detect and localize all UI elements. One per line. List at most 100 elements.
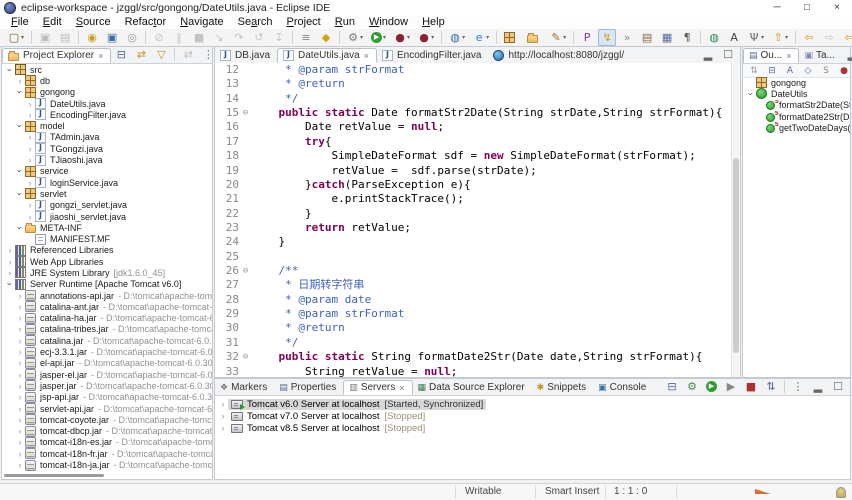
twistie-icon[interactable]: › xyxy=(15,437,25,447)
editor-tab[interactable]: EncodingFilter.java xyxy=(377,48,489,63)
twistie-icon[interactable]: › xyxy=(25,132,35,142)
tree-item[interactable]: ›catalina-ant.jar- D:\tomcat\apache-tomc… xyxy=(2,301,212,312)
back-history-icon[interactable]: ⇦▾ xyxy=(840,29,852,46)
twistie-icon[interactable]: › xyxy=(15,392,25,402)
tree-item[interactable]: ›db xyxy=(2,75,212,86)
mark-occurrences-icon[interactable]: ◆ xyxy=(317,29,335,46)
web-browser-icon[interactable]: ◍▾ xyxy=(446,29,468,46)
tree-item[interactable]: ›tomcat-dbcp.jar- D:\tomcat\apache-tomca… xyxy=(2,426,212,437)
minimize-icon[interactable]: ▂ xyxy=(699,46,717,63)
outline-item[interactable]: getTwoDateDays(Da xyxy=(743,122,850,133)
server-row[interactable]: ›Tomcat v6.0 Server at localhost[Started… xyxy=(215,398,850,410)
tree-item[interactable]: ›EncodingFilter.java xyxy=(2,109,212,120)
twistie-icon[interactable]: › xyxy=(15,189,25,199)
tree-item[interactable]: ›gongzi_servlet.java xyxy=(2,200,212,211)
profile-server-icon[interactable]: ▶ xyxy=(722,378,740,395)
menu-search[interactable]: Search xyxy=(238,15,273,29)
twistie-icon[interactable]: › xyxy=(5,279,15,289)
close-view-icon[interactable]: × xyxy=(786,51,791,61)
close-tab-icon[interactable]: × xyxy=(364,51,369,61)
tab-properties[interactable]: ▤Properties xyxy=(274,380,343,395)
run-icon[interactable]: ▶▾ xyxy=(368,29,389,46)
twistie-icon[interactable]: › xyxy=(5,65,15,75)
twistie-icon[interactable]: › xyxy=(25,212,35,222)
tab-console[interactable]: ▣Console xyxy=(593,380,653,395)
fold-marker-icon[interactable]: ⊖ xyxy=(239,350,252,364)
library-icon[interactable]: ▤ xyxy=(638,29,656,46)
twistie-icon[interactable]: › xyxy=(15,347,25,357)
save-all-icon[interactable]: ▤ xyxy=(56,29,74,46)
suspend-icon[interactable]: ‖ xyxy=(170,29,188,46)
menu-edit[interactable]: Edit xyxy=(43,15,62,29)
tree-item[interactable]: ›ecj-3.3.1.jar- D:\tomcat\apache-tomcat-… xyxy=(2,346,212,357)
horizontal-scrollbar-thumb[interactable] xyxy=(4,474,104,477)
mic-icon[interactable]: Ψ▾ xyxy=(745,29,767,46)
hide-static-icon[interactable]: S xyxy=(818,64,834,78)
twistie-icon[interactable]: › xyxy=(15,291,25,301)
step-into-icon[interactable]: ↘ xyxy=(210,29,228,46)
hide-fields-icon[interactable]: ◇ xyxy=(800,64,816,78)
padlock-icon[interactable]: ◉ xyxy=(83,29,101,46)
twistie-icon[interactable]: › xyxy=(15,313,25,323)
scrollbar-thumb[interactable] xyxy=(733,158,739,353)
collapse-all-icon[interactable]: ⊟ xyxy=(764,64,780,78)
new-java-package-icon[interactable] xyxy=(501,29,522,46)
twistie-icon[interactable]: › xyxy=(746,89,756,99)
drop-frame-icon[interactable]: ↧ xyxy=(270,29,288,46)
tree-item[interactable]: MANIFEST.MF xyxy=(2,233,212,244)
tab-ou[interactable]: ▤Ou...× xyxy=(743,48,799,63)
run-on-server-icon[interactable]: ↯ xyxy=(598,29,616,46)
twistie-icon[interactable]: › xyxy=(15,358,25,368)
close-view-icon[interactable]: × xyxy=(98,51,103,61)
save-icon[interactable]: ▣ xyxy=(36,29,54,46)
coverage-icon[interactable]: ●▾ xyxy=(391,29,413,46)
twistie-icon[interactable]: › xyxy=(15,370,25,380)
stop-server-icon[interactable]: ■ xyxy=(742,378,760,395)
sort-icon[interactable]: A xyxy=(782,64,798,78)
tree-item[interactable]: ›jasper.jar- D:\tomcat\apache-tomcat-6.0… xyxy=(2,380,212,391)
maximize-button[interactable]: □ xyxy=(792,0,822,15)
view-menu-icon[interactable]: ⋮ xyxy=(789,378,807,395)
maximize-icon[interactable]: ☐ xyxy=(719,46,737,63)
tree-item[interactable]: ›Referenced Libraries xyxy=(2,245,212,256)
twistie-icon[interactable]: › xyxy=(15,449,25,459)
tab-servers[interactable]: ▥Servers× xyxy=(343,380,412,395)
forward-icon[interactable]: ⇨ xyxy=(820,29,838,46)
step-return-icon[interactable]: ↺ xyxy=(250,29,268,46)
tree-item[interactable]: ›JRE System Library[jdk1.6.0_45] xyxy=(2,267,212,278)
twistie-icon[interactable]: › xyxy=(5,471,15,472)
twistie-icon[interactable]: › xyxy=(15,121,25,131)
tree-item[interactable]: ›catalina-ha.jar- D:\tomcat\apache-tomca… xyxy=(2,313,212,324)
twistie-icon[interactable]: › xyxy=(15,381,25,391)
twistie-icon[interactable]: › xyxy=(15,223,25,233)
tab-markers[interactable]: ❖Markers xyxy=(215,380,274,395)
last-edit-location-icon[interactable]: ≡ xyxy=(297,29,315,46)
link-with-editor-icon[interactable]: ⇅ xyxy=(746,64,762,78)
tree-item[interactable]: ›tomcat-i18n-ja.jar- D:\tomcat\apache-to… xyxy=(2,459,212,470)
twistie-icon[interactable]: › xyxy=(5,268,15,278)
fold-marker-icon[interactable]: ⊖ xyxy=(239,264,252,278)
console-monitor-icon[interactable]: ▣ xyxy=(103,29,121,46)
twistie-icon[interactable]: › xyxy=(15,404,25,414)
twistie-icon[interactable]: › xyxy=(25,155,35,165)
twistie-icon[interactable]: › xyxy=(218,399,228,409)
tab-data-source-explorer[interactable]: ▦Data Source Explorer xyxy=(413,380,532,395)
tree-item[interactable]: ›TJiaoshi.java xyxy=(2,154,212,165)
twistie-icon[interactable]: › xyxy=(218,411,228,421)
minimize-icon[interactable]: ▂ xyxy=(809,378,827,395)
publish-icon[interactable]: ⇅ xyxy=(762,378,780,395)
editor-tab[interactable]: http://localhost:8080/jzggl/ xyxy=(488,48,631,63)
tree-item[interactable]: ›tomcat-i18n-fr.jar- D:\tomcat\apache-to… xyxy=(2,448,212,459)
editor-tab[interactable]: DB.java xyxy=(215,48,277,63)
profile-icon[interactable]: ●▾ xyxy=(415,29,437,46)
menu-file[interactable]: File xyxy=(11,15,29,29)
twistie-icon[interactable]: › xyxy=(15,460,25,470)
code-editor[interactable]: 12 * @param strFormat13 * @return14 */15… xyxy=(215,63,732,377)
twistie-icon[interactable]: › xyxy=(15,426,25,436)
open-folder-icon[interactable] xyxy=(524,29,545,46)
twistie-icon[interactable]: › xyxy=(15,302,25,312)
editor-vertical-scrollbar[interactable] xyxy=(731,63,740,377)
tree-item[interactable]: ›jiaoshi_servlet.java xyxy=(2,211,212,222)
tab-snippets[interactable]: ✱Snippets xyxy=(532,380,593,395)
show-whitespace-icon[interactable]: ¶ xyxy=(678,29,696,46)
